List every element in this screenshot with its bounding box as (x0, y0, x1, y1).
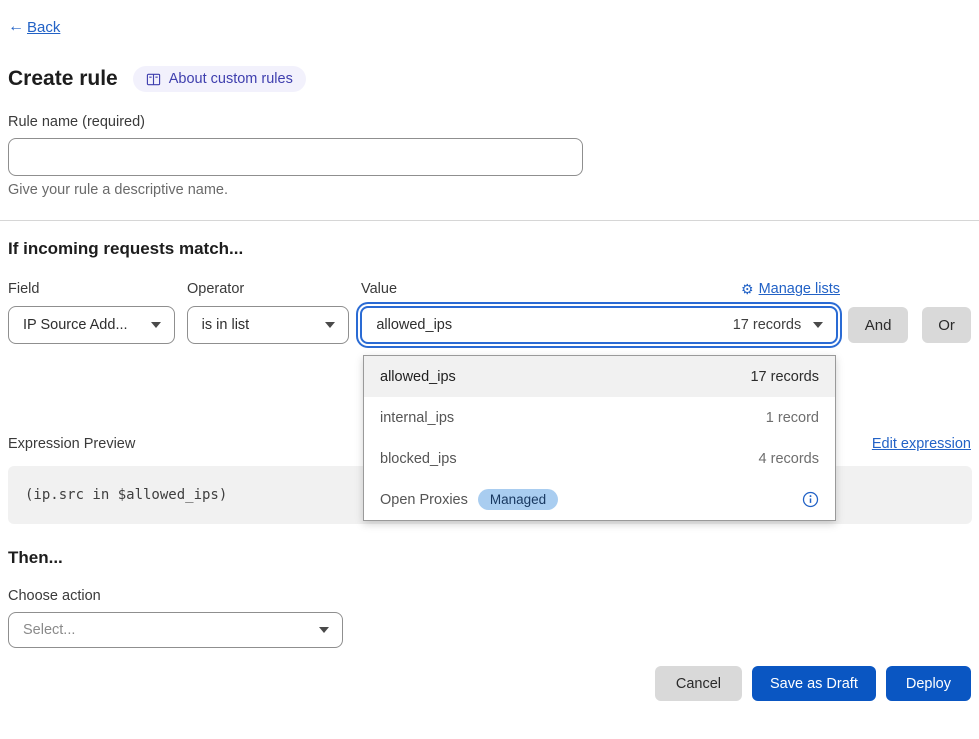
option-meta: 1 record (766, 410, 819, 426)
back-link[interactable]: ← Back (8, 18, 60, 36)
book-icon (146, 72, 161, 87)
title-row: Create rule About custom rules (8, 66, 979, 92)
chevron-down-icon (325, 322, 335, 328)
rule-name-helper: Give your rule a descriptive name. (8, 182, 979, 198)
then-heading: Then... (8, 548, 979, 568)
about-custom-rules-link[interactable]: About custom rules (133, 66, 306, 92)
back-label: Back (27, 19, 60, 36)
rule-name-block: Rule name (required) Give your rule a de… (8, 114, 979, 198)
choose-action-label: Choose action (8, 588, 979, 604)
operator-label: Operator (187, 281, 361, 297)
option-name: Open Proxies (380, 492, 468, 508)
match-labels-row: Field Operator Value ⚙ Manage lists (8, 279, 971, 299)
option-name: internal_ips (380, 410, 454, 426)
dropdown-option-blocked-ips[interactable]: blocked_ips 4 records (364, 438, 835, 479)
rule-name-input[interactable] (8, 138, 583, 176)
dropdown-option-open-proxies[interactable]: Open Proxies Managed (364, 479, 835, 520)
action-select[interactable]: Select... (8, 612, 343, 648)
expression-preview-label: Expression Preview (8, 436, 135, 452)
chevron-down-icon (813, 322, 823, 328)
action-select-placeholder: Select... (23, 622, 75, 638)
rule-name-label: Rule name (required) (8, 114, 979, 130)
operator-select-value: is in list (202, 317, 250, 333)
match-heading: If incoming requests match... (8, 239, 979, 259)
value-label: Value (361, 281, 397, 297)
option-name: allowed_ips (380, 369, 456, 385)
and-button[interactable]: And (848, 307, 908, 343)
deploy-button[interactable]: Deploy (886, 666, 971, 701)
edit-expression-link[interactable]: Edit expression (872, 436, 971, 452)
operator-select[interactable]: is in list (187, 306, 350, 344)
match-section: Field Operator Value ⚙ Manage lists IP S… (8, 279, 971, 344)
footer-actions: Cancel Save as Draft Deploy (0, 666, 971, 701)
cancel-button[interactable]: Cancel (655, 666, 742, 701)
expression-code: (ip.src in $allowed_ips) (25, 487, 227, 503)
gear-icon: ⚙ (741, 282, 754, 296)
about-badge-label: About custom rules (169, 71, 293, 87)
managed-badge: Managed (478, 489, 558, 510)
info-icon[interactable] (802, 491, 819, 508)
field-select[interactable]: IP Source Add... (8, 306, 175, 344)
option-name: blocked_ips (380, 451, 457, 467)
manage-lists-label: Manage lists (759, 281, 840, 297)
or-button[interactable]: Or (922, 307, 971, 343)
chevron-down-icon (319, 627, 329, 633)
save-as-draft-button[interactable]: Save as Draft (752, 666, 876, 701)
back-arrow-icon: ← (8, 18, 24, 36)
value-select-selected: allowed_ips (376, 317, 452, 333)
page-title: Create rule (8, 67, 118, 91)
section-divider (0, 220, 979, 221)
value-dropdown-panel: allowed_ips 17 records internal_ips 1 re… (363, 355, 836, 521)
dropdown-option-allowed-ips[interactable]: allowed_ips 17 records (364, 356, 835, 397)
value-select[interactable]: allowed_ips 17 records (360, 306, 838, 344)
chevron-down-icon (151, 322, 161, 328)
match-selects-row: IP Source Add... is in list allowed_ips … (8, 306, 971, 344)
field-select-value: IP Source Add... (23, 317, 128, 333)
manage-lists-link[interactable]: ⚙ Manage lists (741, 281, 840, 297)
option-meta: 4 records (759, 451, 819, 467)
option-meta: 17 records (750, 369, 819, 385)
value-select-meta: 17 records (733, 317, 802, 333)
dropdown-option-internal-ips[interactable]: internal_ips 1 record (364, 397, 835, 438)
field-label: Field (8, 281, 187, 297)
